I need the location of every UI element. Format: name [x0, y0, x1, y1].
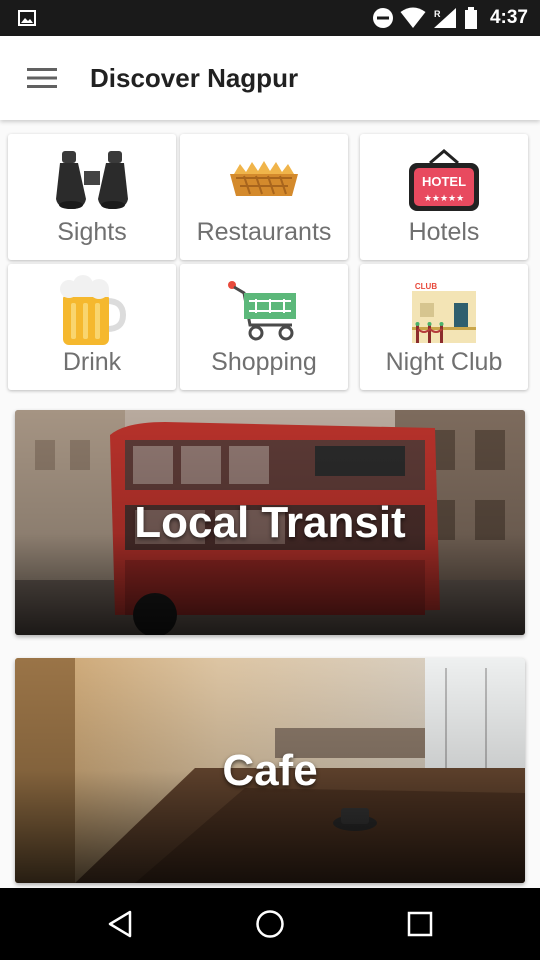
category-label: Night Club — [385, 348, 503, 376]
shopping-cart-icon — [224, 276, 304, 346]
banner-local-transit[interactable]: Local Transit — [15, 410, 525, 635]
svg-text:★★★★★: ★★★★★ — [424, 194, 464, 204]
recents-icon[interactable] — [400, 904, 440, 944]
category-hotels[interactable]: HOTEL ★★★★★ Hotels — [360, 134, 528, 260]
food-basket-icon — [224, 146, 304, 216]
category-label: Shopping — [211, 348, 317, 376]
banner-title: Local Transit — [134, 497, 406, 547]
battery-icon — [464, 7, 478, 29]
do-not-disturb-icon — [372, 7, 394, 29]
hamburger-menu-icon[interactable] — [22, 60, 62, 96]
page-title: Discover Nagpur — [90, 63, 299, 93]
hotel-sign-icon: HOTEL ★★★★★ — [404, 146, 484, 216]
system-navigation-bar — [0, 888, 540, 960]
wifi-icon — [400, 7, 426, 29]
category-restaurants[interactable]: Restaurants — [180, 134, 348, 260]
banner-cafe[interactable]: Cafe — [15, 658, 525, 883]
home-icon[interactable] — [250, 904, 290, 944]
club-building-icon: CLUB — [404, 276, 484, 346]
back-icon[interactable] — [100, 904, 140, 944]
category-drink[interactable]: Drink — [8, 264, 176, 390]
beer-mug-icon — [52, 275, 132, 346]
category-label: Sights — [57, 218, 127, 246]
clock: 4:37 — [489, 7, 528, 28]
category-shopping[interactable]: Shopping — [180, 264, 348, 390]
svg-text:R: R — [434, 9, 441, 19]
svg-text:CLUB: CLUB — [415, 282, 437, 291]
category-label: Restaurants — [196, 218, 332, 246]
gallery-icon — [18, 10, 36, 31]
signal-roaming-icon: R — [432, 7, 458, 29]
status-icons: R 4:37 — [372, 0, 528, 36]
status-bar: R 4:37 — [0, 0, 540, 36]
category-label: Drink — [62, 348, 122, 376]
category-sights[interactable]: Sights — [8, 134, 176, 260]
svg-text:HOTEL: HOTEL — [422, 174, 466, 189]
binoculars-icon — [52, 146, 132, 216]
app-bar: Discover Nagpur — [0, 36, 540, 120]
banner-title: Cafe — [222, 745, 318, 795]
category-label: Hotels — [408, 218, 480, 246]
category-night-club[interactable]: CLUB Night Club — [360, 264, 528, 390]
